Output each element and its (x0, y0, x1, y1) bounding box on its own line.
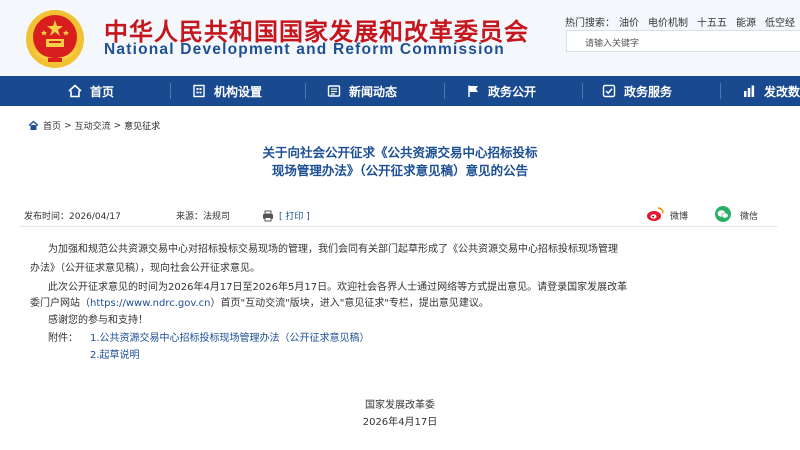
nav-item-public-affairs[interactable]: 政务公开 (466, 76, 536, 106)
body-paragraph: 办法》（公开征求意见稿），现向社会公开征求意见。 (30, 263, 260, 274)
share-wechat-label[interactable]: 微信 (740, 209, 758, 222)
publish-date: 发布时间：2026/04/17 (24, 212, 121, 222)
nav-item-label: 新闻动态 (349, 84, 398, 99)
weibo-icon[interactable] (646, 206, 664, 222)
main-nav: 首页 机构设置 新闻动态 政务公开 政务服务 发改数 (0, 76, 800, 106)
print-button[interactable]: [ 打印 ] (262, 209, 310, 222)
nav-item-data[interactable]: 发改数 (742, 76, 800, 106)
national-emblem-icon[interactable] (24, 8, 86, 70)
nav-item-label: 政务服务 (624, 84, 673, 99)
body-text: 委门户网站（ (30, 298, 90, 309)
meta-divider (20, 226, 778, 227)
building-icon (193, 84, 205, 98)
breadcrumb-item-home[interactable]: 首页 (43, 119, 61, 132)
nav-item-news[interactable]: 新闻动态 (327, 76, 397, 106)
nav-divider (444, 83, 445, 99)
wechat-icon[interactable] (714, 206, 732, 222)
share-weibo-label[interactable]: 微博 (670, 209, 688, 222)
breadcrumb: 首页 > 互动交流 > 意见征求 (28, 119, 160, 132)
thanks-text: 感谢您的参与和支持！ (48, 315, 148, 326)
print-label: [ 打印 ] (279, 212, 310, 222)
attachment-link[interactable]: 2.起草说明 (90, 346, 140, 361)
hot-search-term[interactable]: 十五五 (697, 18, 727, 29)
nav-item-services[interactable]: 政务服务 (602, 76, 672, 106)
nav-divider (170, 83, 171, 99)
nav-divider (582, 83, 583, 99)
nav-item-label: 发改数 (764, 84, 800, 99)
signature-org: 国家发展改革委 (365, 400, 435, 411)
ndrc-website-link[interactable]: https://www.ndrc.gov.cn (90, 298, 211, 309)
nav-divider (305, 83, 306, 99)
breadcrumb-separator: > (113, 120, 122, 131)
nav-item-label: 首页 (90, 84, 115, 99)
breadcrumb-item-interaction[interactable]: 互动交流 (75, 119, 111, 132)
nav-item-label: 政务公开 (488, 84, 537, 99)
hot-search-term[interactable]: 低空经 (765, 18, 795, 29)
attachments-label: 附件： (48, 333, 78, 344)
hot-search-term[interactable]: 油价 (619, 18, 639, 29)
nav-item-organization[interactable]: 机构设置 (192, 76, 262, 106)
body-paragraph: 此次公开征求意见的时间为2026年4月17日至2026年5月17日。欢迎社会各界… (48, 282, 628, 293)
flag-icon (468, 85, 478, 97)
data-icon (744, 85, 755, 97)
body-paragraph: 为加强和规范公共资源交易中心对招标投标交易现场的管理，我们会同有关部门起草形成了… (48, 244, 618, 255)
attachment-link[interactable]: 1.公共资源交易中心招标投标现场管理办法（公开征求意见稿） (90, 329, 370, 344)
nav-divider (720, 83, 721, 99)
breadcrumb-item-opinion[interactable]: 意见征求 (124, 119, 160, 132)
nav-item-label: 机构设置 (214, 84, 263, 99)
search-box (566, 30, 800, 54)
article-title-line-1: 关于向社会公开征求《公共资源交易中心招标投标 (262, 145, 538, 160)
hot-search-label: 热门搜索： (565, 18, 615, 29)
search-input[interactable] (567, 34, 800, 54)
print-icon (263, 210, 273, 221)
breadcrumb-separator: > (64, 120, 72, 131)
hot-search: 热门搜索： 油价 电价机制 十五五 能源 低空经 (565, 14, 800, 29)
body-text: ）首页"互动交流"版块，进入"意见征求"专栏，提出意见建议。 (210, 298, 489, 309)
hot-search-term[interactable]: 电价机制 (648, 18, 688, 29)
news-icon (327, 85, 341, 97)
nav-item-home[interactable]: 首页 (68, 76, 114, 106)
service-icon (602, 84, 616, 98)
home-icon (28, 120, 39, 130)
hot-search-term[interactable]: 能源 (736, 18, 756, 29)
article-title-line-2: 现场管理办法》（公开征求意见稿）意见的公告 (271, 163, 529, 178)
signature-date: 2026年4月17日 (362, 417, 438, 428)
article-source: 来源：法规司 (176, 212, 231, 222)
home-icon (68, 84, 82, 98)
site-header: 中华人民共和国国家发展和改革委员会 National Development a… (0, 0, 800, 76)
body-paragraph: 委门户网站（https://www.ndrc.gov.cn）首页"互动交流"版块… (30, 294, 489, 309)
site-title-en[interactable]: National Development and Reform Commissi… (104, 41, 505, 59)
